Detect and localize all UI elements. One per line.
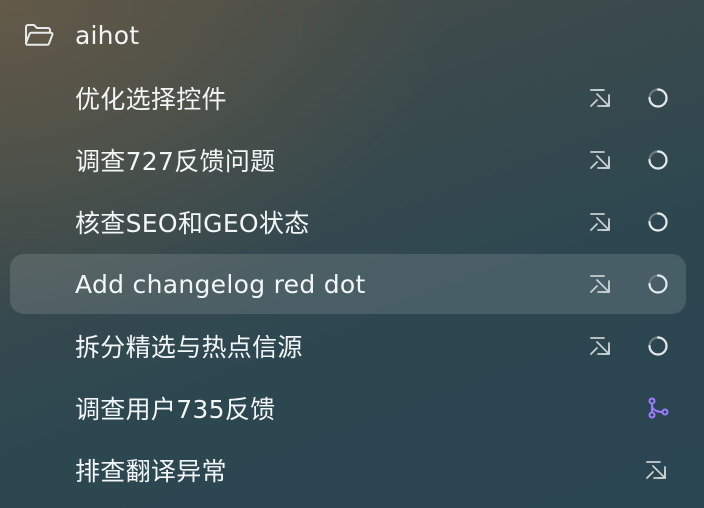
- thread-title: 调查727反馈问题: [75, 147, 276, 176]
- open-external-icon[interactable]: [644, 457, 670, 483]
- spinner-icon: [646, 272, 670, 296]
- thread-item[interactable]: 排查翻译异常: [10, 440, 686, 500]
- thread-item[interactable]: 核查SEO和GEO状态: [10, 192, 686, 252]
- thread-item[interactable]: 调查727反馈问题: [10, 130, 686, 190]
- open-external-icon[interactable]: [588, 147, 614, 173]
- open-external-icon[interactable]: [588, 333, 614, 359]
- spinner-icon: [646, 86, 670, 110]
- spinner-icon: [646, 334, 670, 358]
- thread-title: 排查翻译异常: [75, 457, 227, 486]
- thread-item-selected[interactable]: Add changelog red dot: [10, 254, 686, 314]
- thread-title: 核查SEO和GEO状态: [75, 209, 310, 238]
- thread-title: 调查用户735反馈: [75, 395, 276, 424]
- thread-item[interactable]: 调查用户735反馈: [10, 378, 686, 438]
- spinner-icon: [646, 148, 670, 172]
- thread-item[interactable]: 拆分精选与热点信源: [10, 316, 686, 376]
- spinner-icon: [646, 210, 670, 234]
- git-branch-icon: [646, 396, 670, 420]
- folder-icon: [24, 22, 56, 48]
- folder-name: aihot: [75, 20, 140, 50]
- open-external-icon[interactable]: [588, 209, 614, 235]
- thread-title: 优化选择控件: [75, 85, 227, 114]
- open-external-icon[interactable]: [588, 271, 614, 297]
- open-external-icon[interactable]: [588, 85, 614, 111]
- sidebar-thread-list: aihot 优化选择控件 调查727反馈问题 核查SEO和GEO状态 Add c…: [0, 0, 704, 508]
- thread-title: Add changelog red dot: [75, 269, 366, 299]
- thread-item[interactable]: 优化选择控件: [10, 68, 686, 128]
- thread-title: 拆分精选与热点信源: [75, 333, 303, 362]
- folder-header[interactable]: aihot: [24, 14, 139, 56]
